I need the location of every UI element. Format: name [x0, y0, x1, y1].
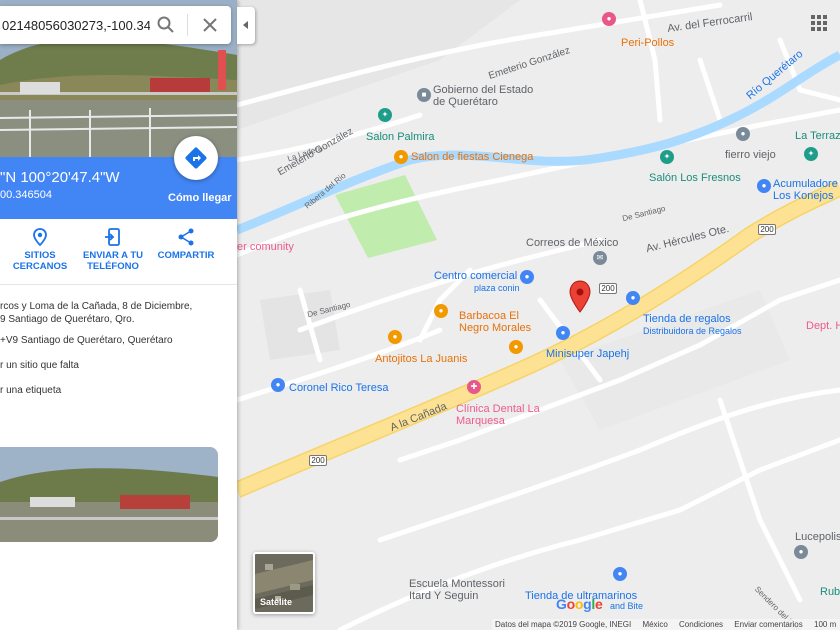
map-footer: Datos del mapa ©2019 Google, INEGI Méxic… — [492, 619, 840, 630]
route-shield: 200 — [758, 224, 776, 235]
nearby-icon — [33, 228, 47, 247]
restaurant-icon-3[interactable]: ● — [388, 330, 402, 344]
directions-button[interactable] — [174, 136, 218, 180]
add-label-link[interactable]: r una etiqueta — [0, 385, 61, 396]
government-icon[interactable]: ■ — [417, 88, 431, 102]
terms-link[interactable]: Condiciones — [679, 620, 723, 629]
map-label-place: fierro viejo — [725, 149, 776, 161]
map-label-place: Rub — [820, 586, 840, 598]
map-label-place: Lucepolis — [795, 531, 840, 543]
send-to-phone-label-line2: TELÉFONO — [87, 261, 139, 272]
address-line-1: rcos y Loma de la Cañada, 8 de Diciembre… — [0, 301, 193, 312]
store-icon-2[interactable]: ● — [271, 378, 285, 392]
send-to-phone-icon — [105, 228, 120, 246]
map-label-school: Escuela Montessori Itard Y Seguin — [409, 578, 505, 602]
place-icon-2[interactable]: ● — [794, 545, 808, 559]
coordinates-title: "N 100°20'47.4"W — [0, 169, 120, 186]
map-label-restaurant: Barbacoa El Negro Morales — [459, 310, 532, 334]
restaurant-icon[interactable]: ● — [602, 12, 616, 26]
map-data-attribution: Datos del mapa ©2019 Google, INEGI — [495, 620, 632, 629]
add-missing-place-link[interactable]: r un sitio que falta — [0, 360, 79, 371]
action-row: SITIOS CERCANOS ENVIAR A TU TELÉFONO COM… — [0, 219, 237, 285]
map-label-venue: La Terraz — [795, 130, 840, 142]
search-box — [0, 6, 231, 44]
search-divider — [187, 14, 188, 36]
nearby-label-line2: CERCANOS — [12, 261, 68, 272]
map-label-post-office: Correos de México — [526, 237, 619, 249]
venue-icon-3[interactable]: ✦ — [660, 150, 674, 164]
map-label-event: Salon de fiestas Cienega — [411, 151, 534, 163]
share-label: COMPARTIR — [157, 250, 215, 261]
route-shield: 200 — [309, 455, 327, 466]
share-button[interactable]: COMPARTIR — [154, 227, 218, 261]
store-icon[interactable]: ● — [556, 326, 570, 340]
map-label-restaurant: Antojitos La Juanis — [375, 353, 468, 365]
venue-icon-2[interactable]: ✦ — [804, 147, 818, 161]
search-input[interactable] — [0, 6, 150, 44]
logo-letter: o — [574, 596, 584, 612]
address-line-2: 9 Santiago de Querétaro, Qro. — [0, 314, 135, 325]
map-label-place: Dept. H — [806, 320, 840, 332]
venue-icon[interactable]: ✦ — [378, 108, 392, 122]
map-label-gift-shop: Tienda de regalos Distribuidora de Regalo… — [643, 313, 742, 336]
map-label-place: er comunity — [237, 241, 294, 253]
dentist-icon[interactable]: ✚ — [467, 380, 481, 394]
nearby-label-line1: SITIOS — [24, 250, 56, 261]
maps-app: ● ■ ✦ ● ● ✦ ✦ ● ✉ ● ● ● ● ● ● ● ✚ ● ● 20… — [0, 0, 840, 630]
shop-icon[interactable]: ● — [757, 179, 771, 193]
photo-card[interactable] — [0, 447, 218, 542]
bar-icon[interactable]: ● — [434, 304, 448, 318]
map-label-dentist: Clínica Dental La Marquesa — [456, 403, 540, 427]
store-icon-3[interactable]: ● — [613, 567, 627, 581]
search-icon[interactable] — [156, 15, 176, 35]
send-to-phone-button[interactable]: ENVIAR A TU TELÉFONO — [80, 227, 146, 272]
logo-letter: e — [594, 596, 603, 612]
directions-label[interactable]: Cómo llegar — [168, 192, 232, 204]
directions-icon — [185, 147, 207, 169]
scale-label[interactable]: 100 m — [814, 620, 836, 629]
map-label-store: Coronel Rico Teresa — [289, 382, 389, 394]
google-logo: Google — [556, 596, 603, 612]
map-label-restaurant: Peri-Pollos — [621, 37, 675, 49]
collapse-panel-button[interactable] — [237, 7, 255, 44]
map-label-shop: Los Konejos — [773, 190, 834, 202]
place-panel: "N 100°20'47.4"W 00.346504 Cómo llegar S… — [0, 0, 237, 630]
chevron-left-icon — [243, 21, 248, 29]
logo-letter: G — [556, 596, 567, 612]
map-label-shop: Acumuladore — [773, 178, 838, 190]
route-shield: 200 — [599, 283, 617, 294]
map-label-store: and Bite — [610, 601, 644, 611]
shopping-center-icon[interactable]: ● — [520, 270, 534, 284]
event-icon[interactable]: ● — [394, 150, 408, 164]
map-label-shopping-center: Centro comercial plaza conin — [434, 270, 520, 293]
logo-letter: o — [566, 596, 576, 612]
satellite-label: Satélite — [260, 597, 293, 607]
share-icon — [178, 228, 194, 246]
restaurant-icon-2[interactable]: ● — [509, 340, 523, 354]
apps-grid-icon[interactable] — [811, 15, 827, 31]
plus-code[interactable]: +V9 Santiago de Querétaro, Querétaro — [0, 335, 173, 346]
close-icon[interactable] — [200, 15, 220, 35]
gift-shop-icon[interactable]: ● — [626, 291, 640, 305]
map-label-government: Gobierno del Estado de Querétaro — [433, 84, 534, 108]
satellite-toggle[interactable]: Satélite — [253, 552, 315, 614]
nearby-button[interactable]: SITIOS CERCANOS — [10, 227, 70, 272]
feedback-link[interactable]: Enviar comentarios — [734, 620, 802, 629]
map-label-store: Minisuper Japehj — [546, 348, 630, 360]
place-icon[interactable]: ● — [736, 127, 750, 141]
country-link[interactable]: México — [642, 620, 667, 629]
map-label-venue: Salón Los Fresnos — [649, 172, 741, 184]
map-label-venue: Salon Palmira — [366, 131, 435, 143]
send-to-phone-label-line1: ENVIAR A TU — [83, 250, 143, 261]
post-office-icon[interactable]: ✉ — [593, 251, 607, 265]
coordinates-decimal: 00.346504 — [0, 189, 52, 201]
